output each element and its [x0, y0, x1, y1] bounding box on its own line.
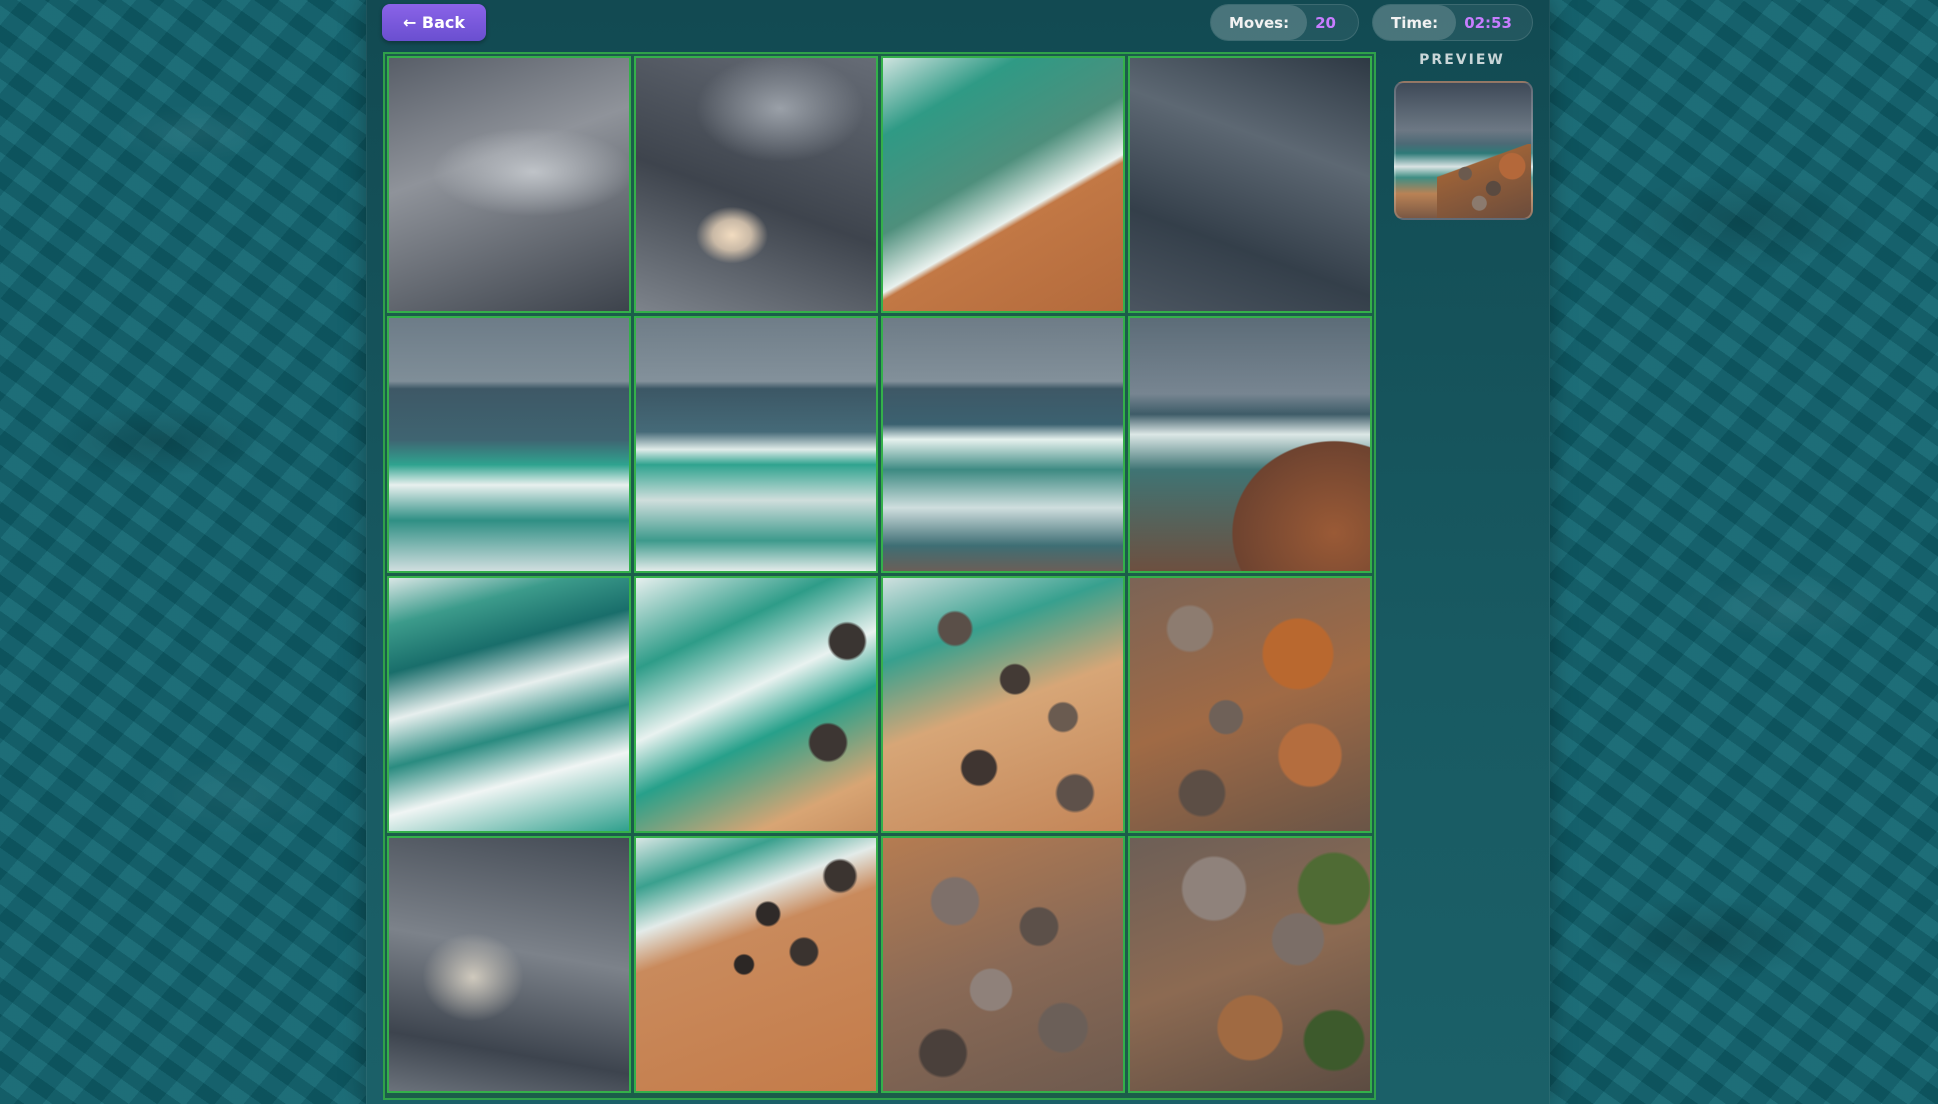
puzzle-tile[interactable] [1128, 576, 1372, 833]
preview-rocks [1436, 143, 1531, 218]
puzzle-tile[interactable] [881, 836, 1125, 1093]
puzzle-tile[interactable] [1128, 316, 1372, 573]
timer: Time: 02:53 [1372, 4, 1533, 41]
back-button-label: ← Back [402, 13, 466, 32]
preview-image [1394, 81, 1533, 220]
puzzle-tile[interactable] [387, 576, 631, 833]
puzzle-tile[interactable] [634, 836, 878, 1093]
puzzle-tile[interactable] [1128, 836, 1372, 1093]
moves-label: Moves: [1211, 5, 1308, 40]
puzzle-tile[interactable] [387, 836, 631, 1093]
puzzle-tile[interactable] [634, 56, 878, 313]
puzzle-tile[interactable] [634, 316, 878, 573]
preview-label: PREVIEW [1419, 52, 1505, 68]
time-label: Time: [1373, 5, 1457, 40]
puzzle-tile[interactable] [387, 56, 631, 313]
puzzle-tile[interactable] [881, 316, 1125, 573]
time-value: 02:53 [1464, 13, 1512, 32]
back-button[interactable]: ← Back [382, 4, 486, 41]
moves-value: 20 [1315, 13, 1336, 32]
puzzle-tile[interactable] [881, 56, 1125, 313]
moves-counter: Moves: 20 [1210, 4, 1359, 41]
puzzle-tile[interactable] [1128, 56, 1372, 313]
puzzle-tile[interactable] [634, 576, 878, 833]
puzzle-tile[interactable] [881, 576, 1125, 833]
puzzle-board [383, 52, 1376, 1100]
puzzle-tile[interactable] [387, 316, 631, 573]
